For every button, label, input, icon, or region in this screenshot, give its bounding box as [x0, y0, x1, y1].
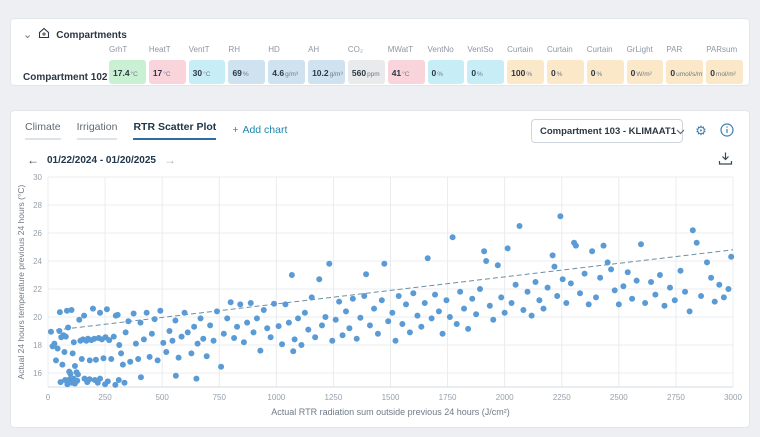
- sensor-column-hd-4: HD 4.6g/m³: [268, 45, 305, 84]
- sensor-label: VentSo: [467, 45, 504, 54]
- svg-text:1750: 1750: [439, 393, 457, 402]
- svg-text:3000: 3000: [724, 393, 742, 402]
- svg-text:2000: 2000: [496, 393, 514, 402]
- svg-text:1000: 1000: [267, 393, 285, 402]
- sensor-label: VentT: [189, 45, 226, 54]
- svg-text:1500: 1500: [382, 393, 400, 402]
- sensor-column-heatt-1: HeatT 17°C: [149, 45, 186, 84]
- dashboard: ⌄ Compartments Compartment 102 GrhT 17.4°…: [0, 0, 760, 437]
- chart-panel: Climate Irrigation RTR Scatter Plot + Add ch…: [10, 110, 750, 428]
- rtr-scatter-plot: 16 18 20 22 24 26 28 30 0 250 500 750 1000 1250 1500 17…: [11, 169, 751, 423]
- sensor-label: PAR: [666, 45, 703, 54]
- sensor-column-co-6: CO₂ 560ppm: [348, 45, 385, 84]
- sensor-label: AH: [308, 45, 345, 54]
- sensor-value-chip[interactable]: 0mol/m²: [706, 60, 743, 84]
- info-icon[interactable]: [719, 123, 735, 139]
- y-axis-title: Actual 24 hours temperature previous 24 …: [16, 184, 26, 379]
- chart-tabs: Climate Irrigation RTR Scatter Plot + Add ch…: [25, 121, 287, 140]
- svg-text:30: 30: [33, 173, 42, 182]
- sensor-label: VentNo: [428, 45, 465, 54]
- svg-text:28: 28: [33, 201, 42, 210]
- date-navigation: ← 01/22/2024 - 01/20/2025 →: [27, 153, 176, 167]
- sensor-label: RH: [228, 45, 265, 54]
- sensor-label: MWatT: [388, 45, 425, 54]
- compartment-selector[interactable]: Compartment 103 - KLIMAAT1: [531, 119, 683, 143]
- tab-rtr-scatter-plot[interactable]: RTR Scatter Plot: [133, 121, 216, 140]
- sensor-column-ah-5: AH 10.2g/m³: [308, 45, 345, 84]
- gear-icon[interactable]: ⚙: [693, 123, 709, 139]
- svg-text:2750: 2750: [667, 393, 685, 402]
- svg-text:26: 26: [33, 229, 42, 238]
- sensor-value-chip[interactable]: 0%: [587, 60, 624, 84]
- add-chart-button[interactable]: + Add chart: [232, 121, 287, 140]
- svg-text:0: 0: [46, 393, 51, 402]
- sensor-label: HD: [268, 45, 305, 54]
- chevron-down-icon: [676, 122, 685, 140]
- previous-period-arrow-icon[interactable]: ←: [27, 153, 39, 167]
- sensor-label: HeatT: [149, 45, 186, 54]
- sensor-column-curtain-10: Curtain 100%: [507, 45, 544, 84]
- selector-value: Compartment 103 - KLIMAAT1: [540, 126, 676, 137]
- sensor-value-chip[interactable]: 0%: [467, 60, 504, 84]
- svg-text:750: 750: [213, 393, 227, 402]
- sensor-column-grlight-13: GrLight 0W/m²: [627, 45, 664, 84]
- compartments-title: Compartments: [56, 30, 127, 41]
- sensor-value-chip[interactable]: 41°C: [388, 60, 425, 84]
- tab-irrigation[interactable]: Irrigation: [77, 121, 118, 140]
- sensor-value-chip[interactable]: 560ppm: [348, 60, 385, 84]
- sensor-label: CO₂: [348, 45, 385, 54]
- sensor-label: Curtain: [547, 45, 584, 54]
- sensor-column-mwatt-7: MWatT 41°C: [388, 45, 425, 84]
- sensor-value-chip[interactable]: 0W/m²: [627, 60, 664, 84]
- sensor-column-rh-3: RH 69%: [228, 45, 265, 84]
- sensor-value-chip[interactable]: 10.2g/m³: [308, 60, 345, 84]
- sensor-column-ventt-2: VentT 30°C: [189, 45, 226, 84]
- date-range: 01/22/2024 - 01/20/2025: [47, 155, 156, 166]
- sensor-columns: GrhT 17.4°CHeatT 17°CVentT 30°CRH 69%HD 4.6g/…: [109, 45, 743, 84]
- sensor-column-parsum-15: PARsum 0mol/m²: [706, 45, 743, 84]
- compartments-panel: ⌄ Compartments Compartment 102 GrhT 17.4°…: [10, 18, 750, 86]
- x-axis-title: Actual RTR radiation sum outside previou…: [271, 407, 509, 417]
- sensor-value-chip[interactable]: 30°C: [189, 60, 226, 84]
- svg-text:24: 24: [33, 257, 42, 266]
- tab-climate[interactable]: Climate: [25, 121, 61, 140]
- sensor-value-chip[interactable]: 4.6g/m³: [268, 60, 305, 84]
- sensor-column-par-14: PAR 0umol/s/m²: [666, 45, 703, 84]
- sensor-label: Curtain: [507, 45, 544, 54]
- sensor-column-curtain-12: Curtain 0%: [587, 45, 624, 84]
- svg-text:2500: 2500: [610, 393, 628, 402]
- sensor-value-chip[interactable]: 0umol/s/m²: [666, 60, 703, 84]
- sensor-label: GrLight: [627, 45, 664, 54]
- svg-text:18: 18: [33, 341, 42, 350]
- sensor-column-ventso-9: VentSo 0%: [467, 45, 504, 84]
- sensor-label: GrhT: [109, 45, 146, 54]
- compartment-row-label[interactable]: Compartment 102: [23, 72, 107, 83]
- svg-text:16: 16: [33, 369, 42, 378]
- sensor-value-chip[interactable]: 17.4°C: [109, 60, 146, 84]
- sensor-column-ventno-8: VentNo 0%: [428, 45, 465, 84]
- svg-text:500: 500: [155, 393, 169, 402]
- sensor-column-curtain-11: Curtain 0%: [547, 45, 584, 84]
- sensor-label: PARsum: [706, 45, 743, 54]
- svg-text:1250: 1250: [325, 393, 343, 402]
- download-icon[interactable]: [718, 151, 733, 166]
- svg-text:250: 250: [98, 393, 112, 402]
- next-period-arrow-icon[interactable]: →: [164, 153, 176, 167]
- sensor-column-grht-0: GrhT 17.4°C: [109, 45, 146, 84]
- sensor-value-chip[interactable]: 0%: [547, 60, 584, 84]
- home-icon: [38, 26, 50, 44]
- svg-text:22: 22: [33, 285, 42, 294]
- svg-text:2250: 2250: [553, 393, 571, 402]
- sensor-label: Curtain: [587, 45, 624, 54]
- sensor-value-chip[interactable]: 17°C: [149, 60, 186, 84]
- sensor-value-chip[interactable]: 100%: [507, 60, 544, 84]
- sensor-value-chip[interactable]: 69%: [228, 60, 265, 84]
- plus-icon: +: [232, 124, 238, 136]
- collapse-chevron-icon[interactable]: ⌄: [23, 30, 32, 40]
- sensor-value-chip[interactable]: 0%: [428, 60, 465, 84]
- add-chart-label: Add chart: [242, 124, 287, 136]
- svg-text:20: 20: [33, 313, 42, 322]
